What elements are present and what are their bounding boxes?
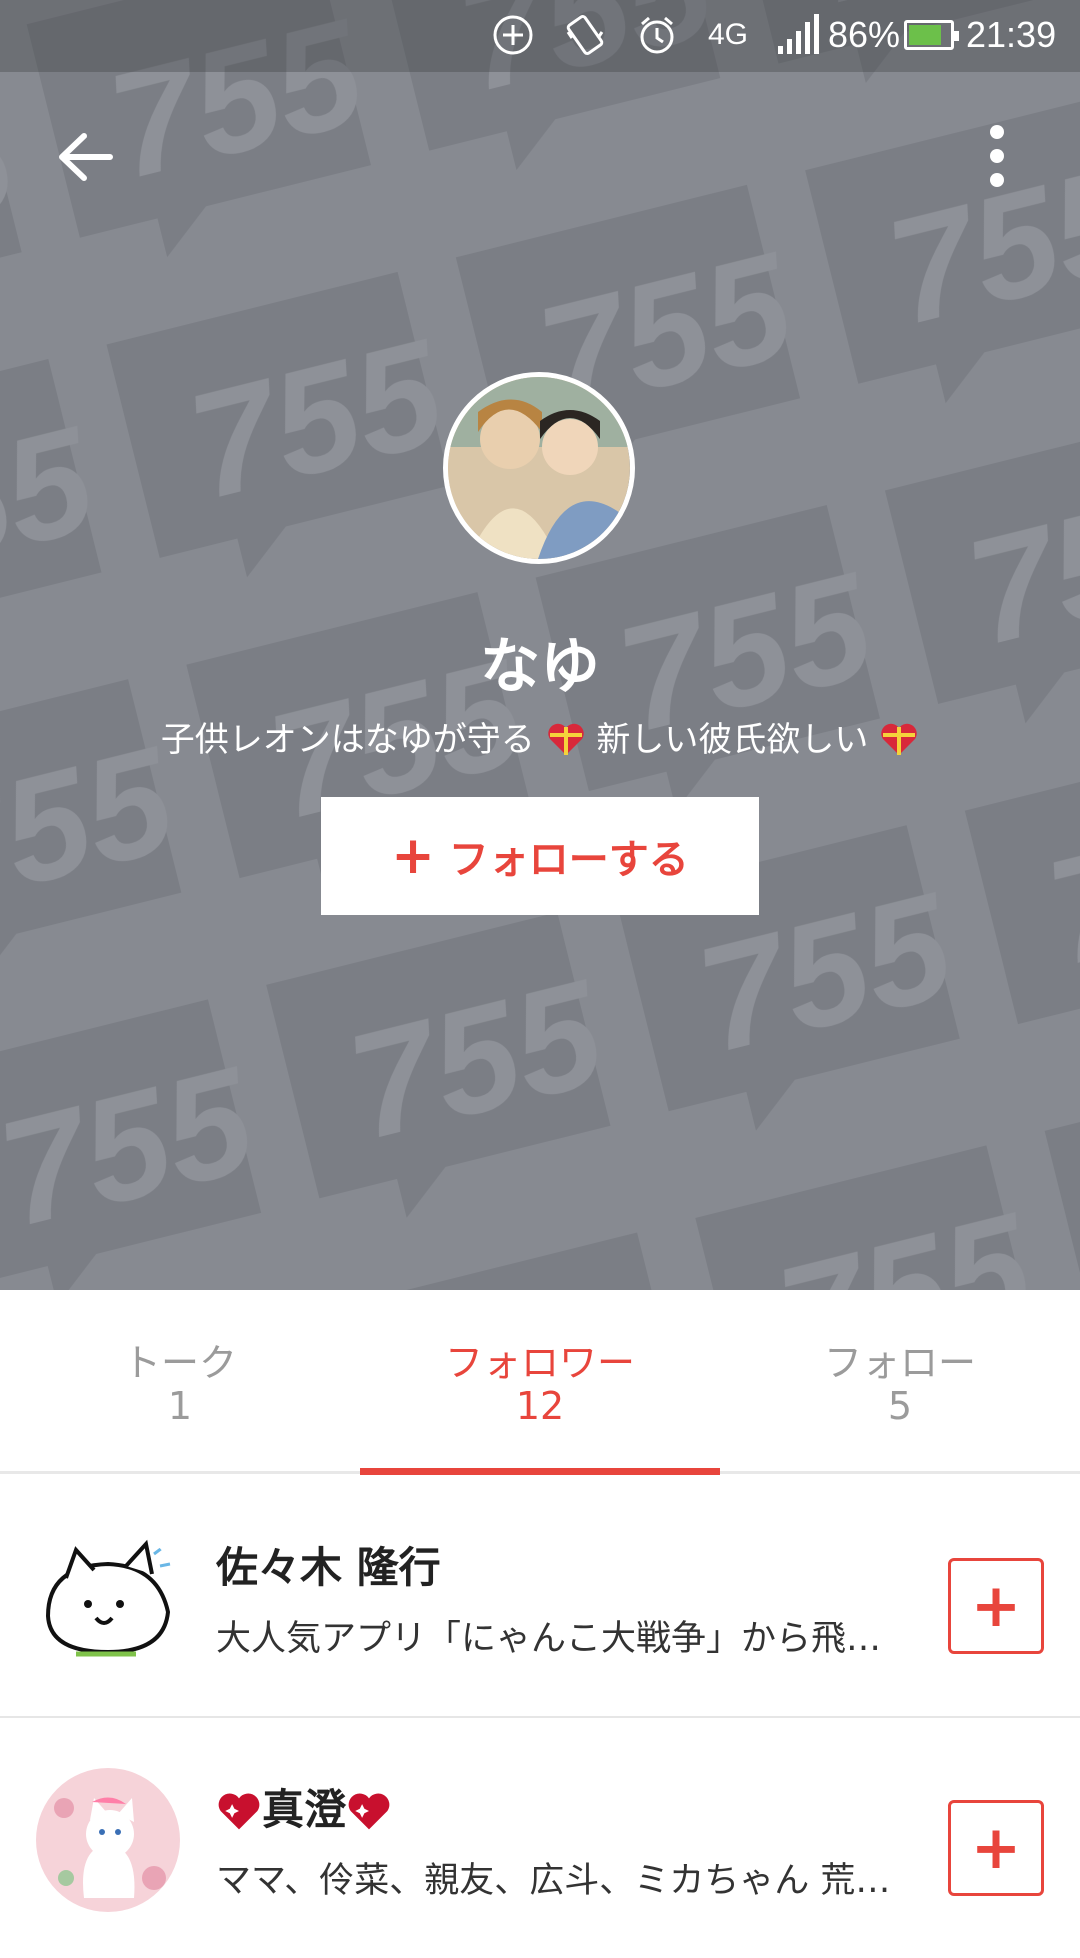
tab-count: 5	[887, 1384, 913, 1428]
gift-heart-icon	[547, 723, 584, 755]
overflow-menu-icon[interactable]	[964, 118, 1030, 194]
follower-name: 真澄	[216, 1776, 392, 1837]
network-type: 4G	[708, 18, 749, 51]
follower-description: ママ、伶菜、親友、広斗、ミカちゃん 荒…	[216, 1861, 891, 1901]
back-arrow-icon[interactable]	[52, 124, 118, 190]
gift-heart-icon	[881, 723, 917, 755]
follower-name-text: 真澄	[262, 1785, 347, 1834]
marie-cat-avatar-icon	[36, 1768, 180, 1912]
follow-button-label: フォローする	[448, 837, 689, 883]
sparkle-heart-icon	[218, 1793, 260, 1830]
data-saver-icon	[493, 15, 533, 55]
plus-icon: +	[391, 826, 435, 886]
profile-avatar[interactable]	[443, 372, 635, 564]
clock: 21:39	[966, 14, 1057, 55]
vibrate-icon	[566, 15, 604, 55]
follow-user-button[interactable]: +	[948, 1800, 1044, 1896]
list-item[interactable]: 佐々木 隆行 大人気アプリ「にゃんこ大戦争」から飛… +	[0, 1476, 1080, 1716]
active-tab-indicator	[360, 1468, 720, 1475]
follow-user-button[interactable]: +	[948, 1558, 1044, 1654]
follow-button[interactable]: + フォローする	[321, 797, 759, 915]
profile-tabs: トーク 1 フォロワー 12 フォロー 5	[0, 1290, 1080, 1474]
tab-count: 1	[167, 1384, 193, 1428]
list-item[interactable]: 真澄 ママ、伶菜、親友、広斗、ミカちゃん 荒… +	[0, 1718, 1080, 1958]
avatar	[36, 1768, 180, 1912]
battery-icon	[904, 20, 959, 50]
avatar-photo	[448, 377, 630, 559]
tab-following[interactable]: フォロー 5	[720, 1290, 1080, 1474]
tab-label: フォロー	[823, 1341, 976, 1385]
cat-avatar-icon	[36, 1526, 180, 1670]
tab-label: フォロワー	[444, 1341, 635, 1385]
profile-cover: 755 4G 86% 21:39 なゆ 子供レオンはなゆが守る 新しい	[0, 0, 1080, 1290]
battery-percent: 86%	[828, 14, 901, 55]
signal-icon	[778, 14, 819, 54]
tab-talk[interactable]: トーク 1	[0, 1290, 360, 1474]
profile-name: なゆ	[480, 632, 600, 702]
profile-bio: 子供レオンはなゆが守る 新しい彼氏欲しい	[0, 712, 1080, 761]
status-bar: 4G 86% 21:39	[0, 0, 1080, 72]
avatar	[36, 1526, 180, 1670]
tab-followers[interactable]: フォロワー 12	[360, 1290, 720, 1474]
sparkle-heart-icon	[348, 1793, 390, 1830]
follower-description: 大人気アプリ「にゃんこ大戦争」から飛…	[216, 1619, 882, 1659]
tab-label: トーク	[122, 1341, 237, 1385]
follower-name: 佐々木 隆行	[216, 1543, 441, 1592]
tab-count: 12	[515, 1384, 565, 1428]
bio-text-part1: 子供レオンはなゆが守る	[160, 720, 535, 760]
alarm-icon	[640, 16, 674, 54]
bio-text-part2: 新しい彼氏欲しい	[596, 720, 869, 760]
